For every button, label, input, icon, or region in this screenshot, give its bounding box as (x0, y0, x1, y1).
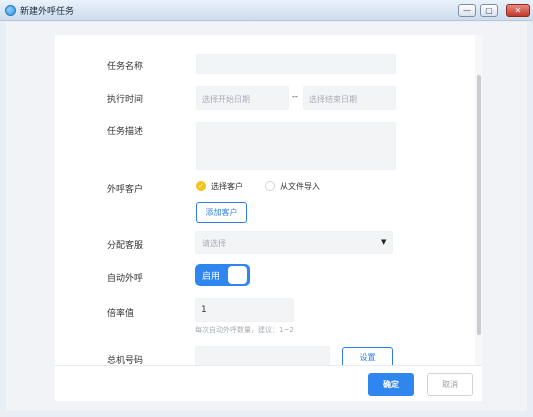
add-customer-button[interactable]: 添加客户 (196, 202, 247, 223)
radio-select-customer-label[interactable]: 选择客户 (211, 181, 243, 192)
date-separator: -- (292, 92, 298, 101)
app-globe-icon (5, 5, 16, 16)
dialog-panel: 任务名称 执行时间 选择开始日期 -- 选择结束日期 任务描述 外呼客户 ✓ 选… (55, 35, 482, 401)
ratio-input[interactable]: 1 (195, 298, 294, 322)
radio-select-customer[interactable]: ✓ (196, 181, 206, 191)
auto-call-label: 自动外呼 (107, 274, 144, 284)
minimize-button[interactable]: — (458, 4, 476, 17)
task-name-input[interactable] (196, 54, 396, 74)
form-scroll-area[interactable]: 任务名称 执行时间 选择开始日期 -- 选择结束日期 任务描述 外呼客户 ✓ 选… (55, 35, 475, 365)
radio-import-file-label[interactable]: 从文件导入 (280, 181, 320, 192)
toggle-knob (228, 266, 247, 284)
task-desc-textarea[interactable] (196, 122, 396, 170)
radio-import-file[interactable] (265, 181, 275, 191)
ratio-hint: 每次自动外呼数量，建议：1~2 (195, 326, 294, 334)
start-date-placeholder: 选择开始日期 (202, 95, 250, 104)
customers-label: 外呼客户 (107, 185, 144, 195)
auto-call-toggle-text: 启用 (202, 272, 221, 282)
auto-call-toggle[interactable]: 启用 (195, 264, 250, 286)
ratio-value: 1 (201, 305, 207, 315)
chevron-down-icon: ▼ (381, 238, 387, 246)
set-trunk-button[interactable]: 设置 (342, 347, 393, 365)
close-button[interactable]: ✕ (506, 4, 530, 17)
maximize-button[interactable]: ▢ (480, 4, 498, 17)
start-date-input[interactable]: 选择开始日期 (196, 86, 289, 110)
agent-select-placeholder: 请选择 (202, 239, 226, 248)
task-name-label: 任务名称 (107, 62, 144, 72)
exec-time-label: 执行时间 (107, 95, 144, 105)
task-desc-label: 任务描述 (107, 127, 144, 137)
trunk-input[interactable] (195, 346, 330, 365)
end-date-placeholder: 选择结束日期 (309, 95, 357, 104)
dialog-footer: 确定 取消 (55, 365, 482, 401)
end-date-input[interactable]: 选择结束日期 (303, 86, 396, 110)
cancel-button[interactable]: 取消 (427, 373, 473, 396)
title-bar: 新建外呼任务 — ▢ ✕ (0, 0, 533, 21)
window-title: 新建外呼任务 (20, 7, 75, 17)
agent-label: 分配客服 (107, 241, 144, 251)
ratio-label: 倍率值 (107, 309, 135, 319)
agent-select[interactable]: 请选择 (195, 231, 393, 254)
trunk-label: 总机号码 (107, 356, 144, 365)
confirm-button[interactable]: 确定 (368, 373, 414, 396)
scrollbar-thumb[interactable] (477, 75, 481, 335)
